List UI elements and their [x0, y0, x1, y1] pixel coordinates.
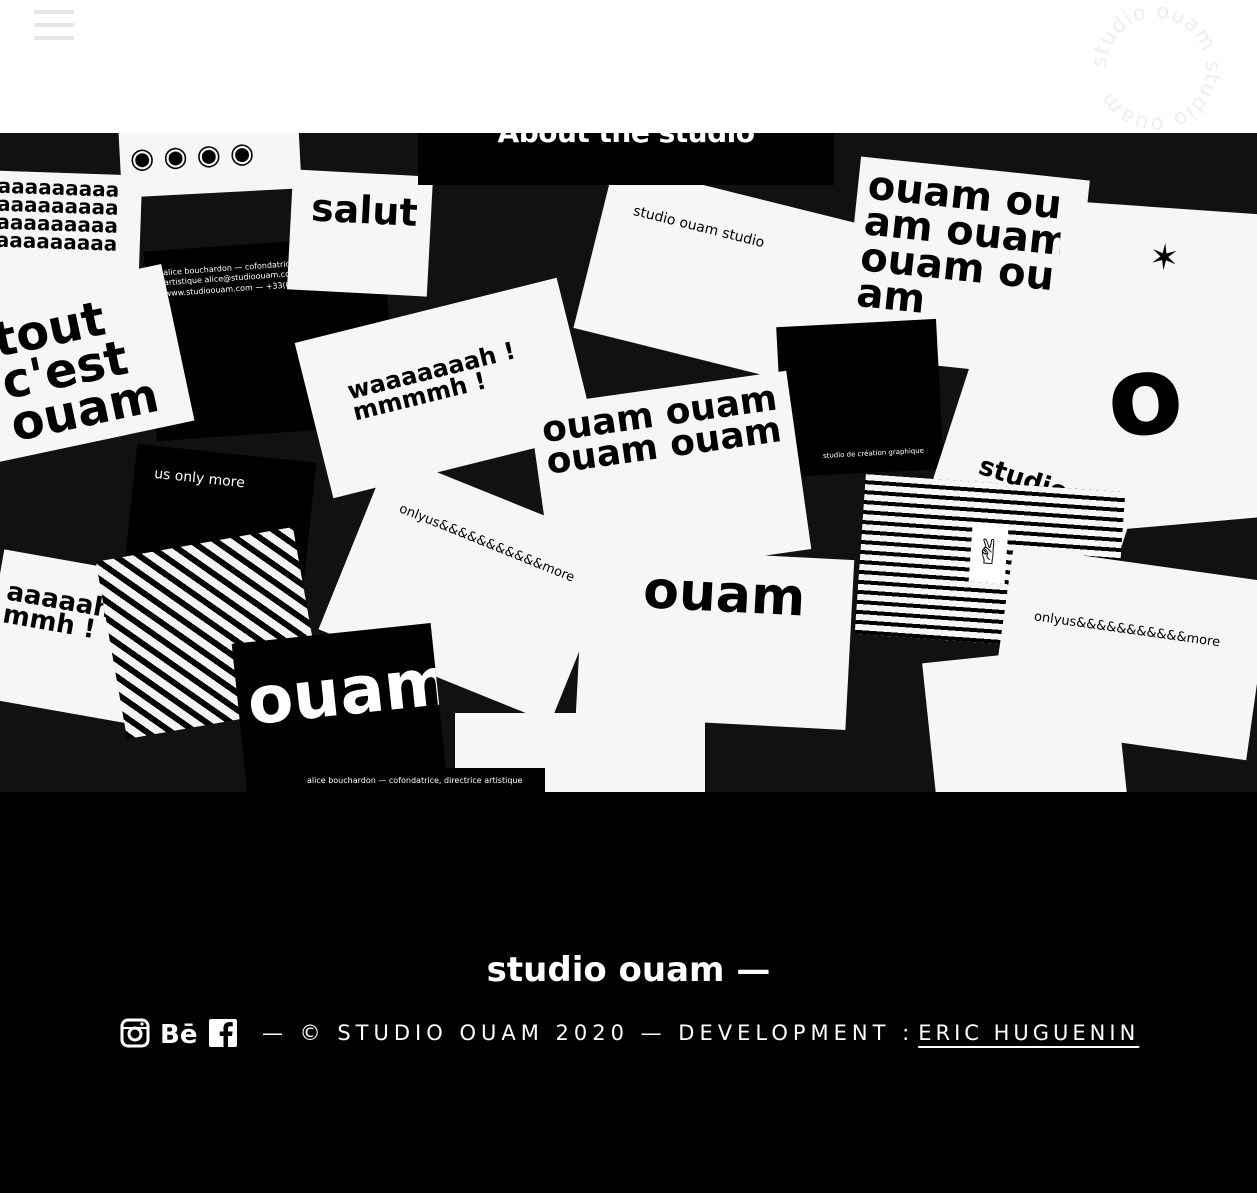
- footer-title: studio ouam —: [486, 950, 771, 990]
- svg-text:studio ouam studio ouam: studio ouam studio ouam: [1088, 0, 1224, 136]
- card-text: tout c'est ouam: [0, 290, 164, 454]
- developer-link[interactable]: ERIC HUGUENIN: [918, 1021, 1139, 1045]
- card-text: us only more: [153, 465, 246, 492]
- card: ouam: [575, 546, 855, 730]
- facebook-icon[interactable]: [208, 1018, 238, 1048]
- about-the-studio-button[interactable]: About the studio: [418, 133, 834, 185]
- footer-line: Bē — © STUDIO OUAM 2020 — DEVELOPMENT : …: [120, 1016, 1139, 1050]
- copyright-text: — © STUDIO OUAM 2020 — DEVELOPMENT :: [262, 1021, 915, 1045]
- palm-tree-icon: ✶: [1147, 236, 1181, 280]
- card: ouam: [231, 623, 449, 792]
- card-text: aaaaaaaaa aaaaaaaaa aaaaaaaaa aaaaaaaaa: [0, 173, 120, 256]
- card-text: waaaaaaah ! mmmmh !: [344, 336, 519, 427]
- hamburger-icon[interactable]: [34, 10, 74, 42]
- big-letter-text: o: [1101, 328, 1189, 463]
- card: salut: [286, 169, 434, 297]
- card-text: alice bouchardon — cofondatrice, directr…: [307, 776, 523, 785]
- footer: studio ouam — Bē — © STUDIO OUAM 2020 — …: [0, 792, 1257, 1193]
- card: alice bouchardon — cofondatrice, directr…: [295, 768, 545, 792]
- card: studio de création graphique: [776, 318, 944, 478]
- card: [922, 643, 1128, 792]
- card-text: studio ouam studio: [631, 203, 767, 252]
- instagram-icon[interactable]: [120, 1018, 150, 1048]
- studio-ouam-stamp-logo: studio ouam studio ouam: [1088, 0, 1224, 136]
- card-text: ouam: [243, 642, 449, 741]
- peace-hand-icon: ✌: [968, 521, 1009, 585]
- card-text: studio de création graphique: [822, 446, 925, 460]
- eye-pattern-icon: ◉ ◉ ◉ ◉: [129, 135, 256, 176]
- card-text: ouam: [636, 560, 813, 629]
- top-bar: studio ouam studio ouam: [0, 0, 1257, 136]
- card: ◉ ◉ ◉ ◉: [118, 133, 302, 198]
- card-text: salut: [310, 185, 419, 235]
- svg-text:Bē: Bē: [160, 1020, 197, 1048]
- behance-icon[interactable]: Bē: [160, 1018, 198, 1048]
- social-links: Bē: [120, 1018, 238, 1048]
- card-text: ouam ouam ouam ouam ouam: [854, 162, 1073, 323]
- card-text: onlyus&&&&&&&&&&&more: [1033, 609, 1222, 651]
- hero-image: aaaaaaaaa aaaaaaaaa aaaaaaaaa aaaaaaaaa …: [0, 133, 1257, 792]
- about-label: About the studio: [498, 133, 755, 149]
